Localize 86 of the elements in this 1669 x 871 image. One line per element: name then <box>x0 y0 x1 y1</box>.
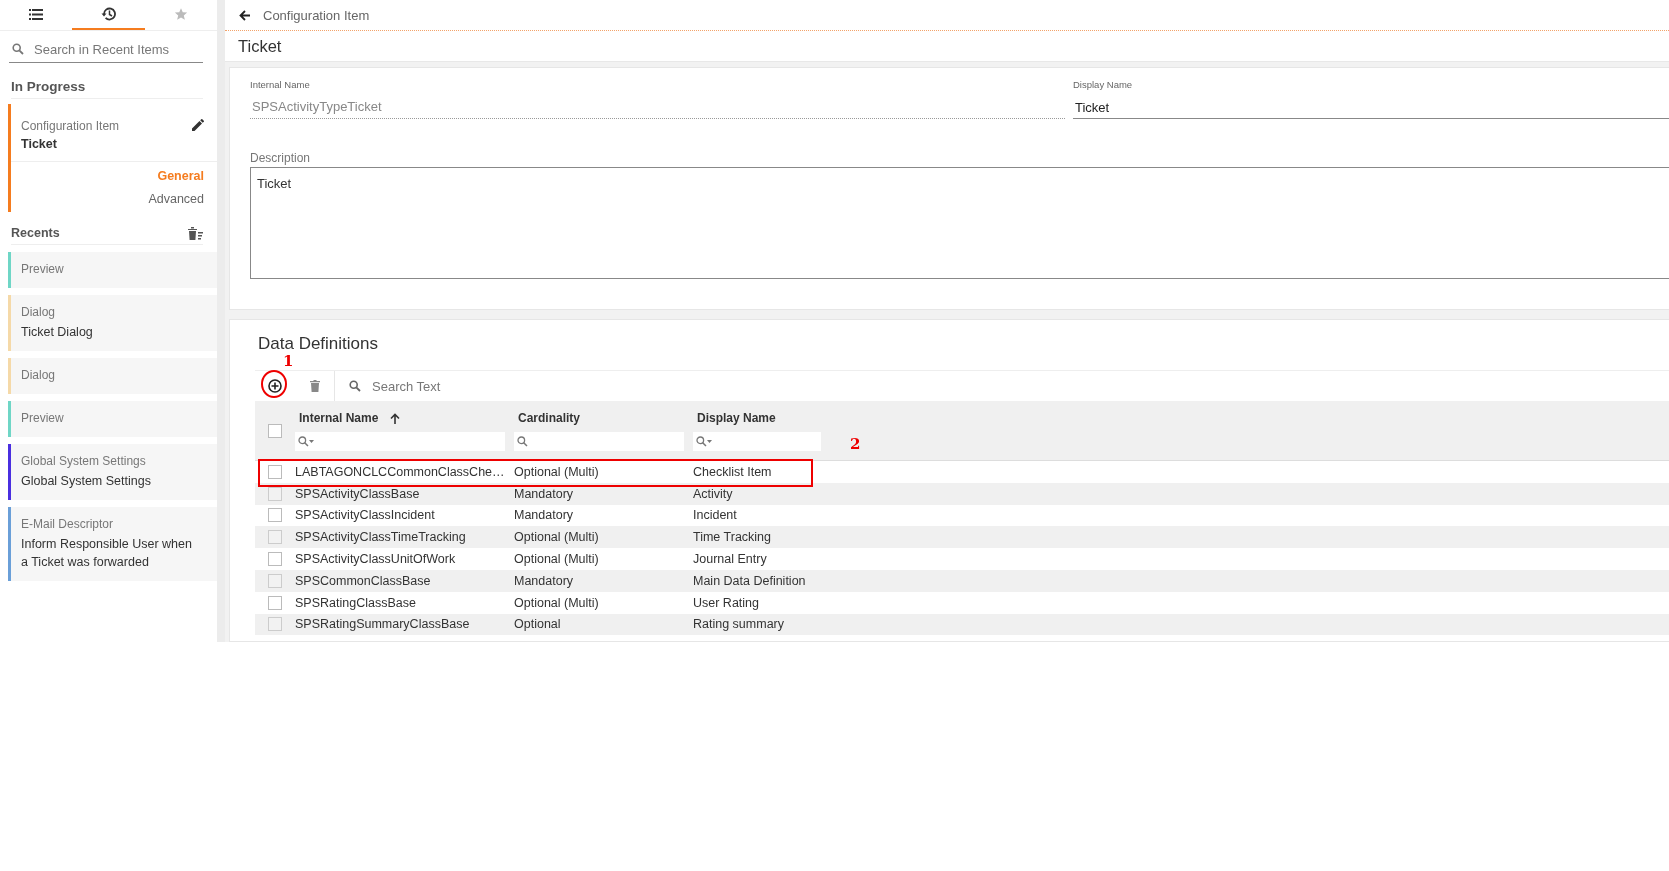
filter-field[interactable] <box>295 432 505 451</box>
column-header[interactable]: Internal Name <box>295 410 505 426</box>
table-cell-text: SPSRatingSummaryClassBase <box>295 617 471 632</box>
section-heading: Recents <box>11 226 60 240</box>
add-button[interactable] <box>265 376 285 396</box>
table-cell-text: User Rating <box>693 595 760 610</box>
trash-icon <box>309 380 320 392</box>
plus-circle-icon <box>268 379 282 393</box>
table-cell-text: Main Data Definition <box>693 573 807 588</box>
annotation-number: 2 <box>850 435 861 453</box>
item-title: Global System Settings <box>21 473 152 490</box>
annotation-circle <box>261 370 287 398</box>
filter-search-icon <box>517 436 528 447</box>
table-cell-text: Activity <box>693 486 734 501</box>
filter-field[interactable] <box>693 432 821 451</box>
table-cell-text: Journal Entry <box>693 552 768 567</box>
filter-search-icon <box>298 436 314 447</box>
readonly-field: SPSActivityTypeTicket <box>250 96 1065 119</box>
recent-item[interactable]: Preview <box>8 401 217 437</box>
recent-item[interactable]: Global System Settings Global System Settings <box>8 444 217 500</box>
star-icon <box>173 7 188 21</box>
table-cell-text: Incident <box>693 508 738 523</box>
section-heading: In Progress <box>11 79 86 94</box>
row-checkbox[interactable] <box>268 617 282 632</box>
section-title: Data Definitions <box>258 334 379 354</box>
item-title: Ticket Dialog <box>21 324 94 341</box>
table-cell-text: SPSActivityClassIncident <box>295 508 436 523</box>
clear-list-icon[interactable] <box>187 226 203 240</box>
table-cell-text: SPSCommonClassBase <box>295 573 432 588</box>
row-checkbox[interactable] <box>268 508 282 523</box>
search-icon <box>349 380 361 392</box>
search-field[interactable]: Search in Recent Items <box>32 40 203 58</box>
item-category: Global System Settings <box>21 454 147 468</box>
breadcrumb: Configuration Item <box>263 7 370 23</box>
table-cell-text: Optional <box>514 617 562 632</box>
table-cell-text: SPSActivityClassBase <box>295 486 421 501</box>
row-checkbox[interactable] <box>268 552 282 567</box>
recent-item[interactable]: Dialog <box>8 358 217 394</box>
table-cell-text: Time Tracking <box>693 530 773 545</box>
row-checkbox[interactable] <box>268 530 282 545</box>
page-title: Ticket <box>238 36 282 56</box>
search-field[interactable]: Search Text <box>370 377 1669 395</box>
row-checkbox[interactable] <box>268 595 282 610</box>
item-category: Dialog <box>21 368 57 382</box>
table-cell-text: Optional (Multi) <box>514 464 600 479</box>
pencil-icon[interactable] <box>192 119 204 131</box>
sort-arrow-icon[interactable] <box>390 412 401 424</box>
field-label: Description <box>250 151 312 165</box>
back-arrow-icon[interactable] <box>239 9 251 21</box>
section-link[interactable]: Advanced <box>148 192 204 206</box>
row-checkbox[interactable] <box>268 464 282 479</box>
annotation-number: 1 <box>283 352 294 370</box>
table-cell-text: Optional (Multi) <box>514 552 600 567</box>
table-cell-text: Rating summary <box>693 617 785 632</box>
recent-item[interactable]: E-Mail Descriptor Inform Responsible User when a Ticket was forwarded <box>8 507 217 581</box>
recent-item[interactable]: Preview <box>8 252 217 288</box>
table-cell-text: Optional (Multi) <box>514 530 600 545</box>
description-field[interactable]: Ticket <box>250 167 1669 279</box>
table-cell-text: LABTAGONCLCCommonClassChe… <box>295 464 506 479</box>
column-header[interactable]: Display Name <box>693 410 821 426</box>
table-cell-text: Optional (Multi) <box>514 595 600 610</box>
select-all-checkbox[interactable] <box>268 423 282 438</box>
table-cell-text: Mandatory <box>514 573 575 588</box>
column-header[interactable]: Cardinality <box>514 410 684 426</box>
item-category: Preview <box>21 262 65 276</box>
item-category: Dialog <box>21 305 57 319</box>
item-title: Inform Responsible User when a Ticket was forwarded <box>21 536 193 571</box>
item-category: Preview <box>21 411 65 425</box>
search-icon <box>12 43 24 55</box>
filter-field[interactable] <box>514 432 684 451</box>
table-cell-text: Checklist Item <box>693 464 773 479</box>
table-cell-text: SPSRatingClassBase <box>295 595 417 610</box>
filter-search-icon <box>696 436 712 447</box>
item-title: Ticket <box>21 137 58 151</box>
item-category: E-Mail Descriptor <box>21 517 114 531</box>
list-icon <box>29 8 44 20</box>
row-checkbox[interactable] <box>268 573 282 588</box>
table-cell-text: Mandatory <box>514 508 575 523</box>
table-cell-text: SPSActivityClassTimeTracking <box>295 530 467 545</box>
field-label: Internal Name <box>250 79 311 90</box>
table-cell-text: Mandatory <box>514 486 575 501</box>
table-cell-text: SPSActivityClassUnitOfWork <box>295 552 457 567</box>
recent-item[interactable]: Dialog Ticket Dialog <box>8 295 217 351</box>
history-icon <box>101 7 116 21</box>
field-label: Display Name <box>1073 79 1134 90</box>
item-category: Configuration Item <box>21 119 120 133</box>
